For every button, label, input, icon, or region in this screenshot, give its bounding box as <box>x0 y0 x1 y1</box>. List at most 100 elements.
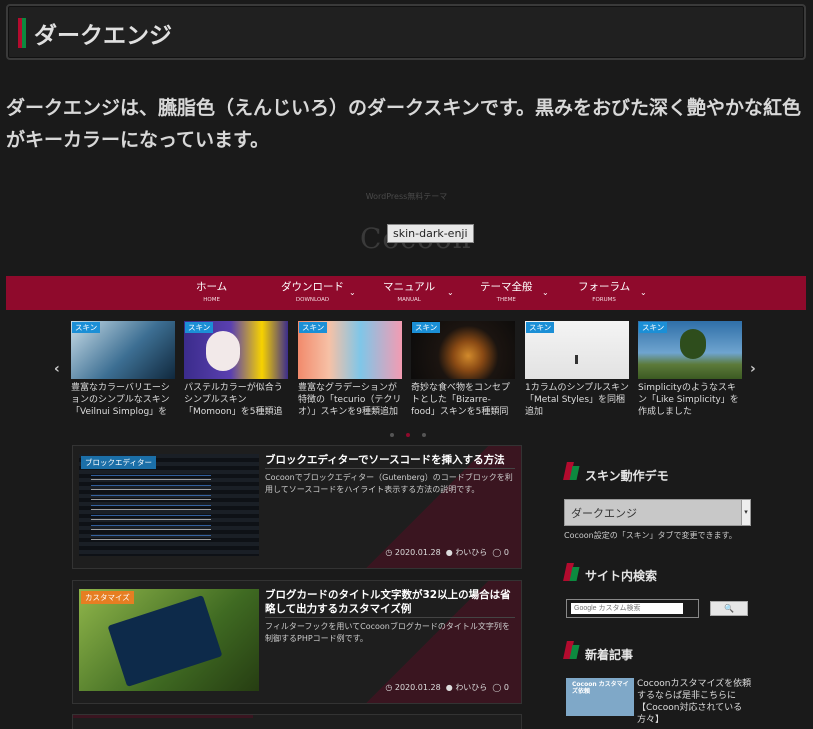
card-tag: スキン <box>299 322 328 333</box>
chevron-down-icon: ⌄ <box>542 288 549 297</box>
chevron-down-icon: ▾ <box>741 500 750 525</box>
carousel-dot[interactable] <box>422 433 426 437</box>
skin-select[interactable]: ダークエンジ ▾ <box>564 499 751 526</box>
carousel-next-button[interactable]: › <box>750 361 756 377</box>
clock-icon: ◷ <box>385 548 393 557</box>
carousel-card[interactable]: スキン パステルカラーが似合うシンプルスキン「Momoon」を5種類追 <box>184 321 288 418</box>
widget-heading-search: サイト内検索 <box>585 569 658 583</box>
post-card[interactable]: ブロックエディター ブロックエディターでソースコードを挿入する方法 Cocoon… <box>72 445 522 569</box>
search-icon: 🔍 <box>724 604 734 613</box>
post-thumbnail <box>79 589 259 691</box>
card-tag: スキン <box>526 322 555 333</box>
card-thumbnail: スキン <box>411 321 515 379</box>
post-date: 2020.01.28 <box>394 548 441 557</box>
post-comment-count: 0 <box>503 548 509 557</box>
card-tag: スキン <box>185 322 214 333</box>
clock-icon: ◷ <box>385 683 393 692</box>
post-card[interactable]: カスタマイズ ブログカードのタイトル文字数が32以上の場合は省略して出力するカス… <box>72 580 522 704</box>
post-card[interactable] <box>72 714 522 729</box>
nav-item-forums[interactable]: フォーラム FORUMS ⌄ <box>578 279 647 303</box>
nav-item-home[interactable]: ホーム HOME <box>196 279 227 303</box>
global-navbar: ホーム HOME ダウンロード DOWNLOAD ⌄ マニュアル MANUAL … <box>6 276 806 310</box>
mouse-illustration-icon <box>206 331 240 371</box>
card-thumbnail: スキン <box>298 321 402 379</box>
nav-label: マニュアル <box>383 281 436 293</box>
card-title: 豊富なカラーバリエーションのシンプルなスキン「Veilnui Simplog」を <box>71 383 170 417</box>
card-tag: スキン <box>412 322 441 333</box>
author-avatar-icon: ● <box>445 548 453 557</box>
widget-flag-icon <box>563 462 580 480</box>
comment-icon: ◯ <box>492 683 502 692</box>
post-title[interactable]: ブログカードのタイトル文字数が32以上の場合は省略して出力するカスタマイズ例 <box>265 588 515 616</box>
card-title: パステルカラーが似合うシンプルスキン「Momoon」を5種類追 <box>184 383 283 417</box>
nav-sublabel: FORUMS <box>592 297 616 303</box>
skin-select-note: Cocoon設定の「スキン」タブで変更できます。 <box>564 531 737 540</box>
carousel-card[interactable]: スキン Simplicityのようなスキン「Like Simplicity」を作… <box>638 321 742 418</box>
comment-icon: ◯ <box>492 548 502 557</box>
carousel-dot-active[interactable] <box>406 433 410 437</box>
card-thumbnail: スキン <box>638 321 742 379</box>
chevron-down-icon: ⌄ <box>447 288 454 297</box>
skin-description: ダークエンジは、臙脂色（えんじいろ）のダークスキンです。黒みをおびた深く艶やかな… <box>6 97 801 151</box>
card-title: 豊富なグラデーションが特徴の「tecurio（テクリオ）」スキンを9種類追加 <box>298 383 402 417</box>
post-snippet: フィルターフックを用いてCocoonブログカードのタイトル文字列を制御するPHP… <box>265 617 515 645</box>
carousel-card[interactable]: スキン 豊富なグラデーションが特徴の「tecurio（テクリオ）」スキンを9種類… <box>298 321 402 418</box>
nav-label: ダウンロード <box>281 281 344 293</box>
card-title: 奇妙な食べ物をコンセプトとした「Bizarre-food」スキンを5種類同 <box>411 383 511 417</box>
card-thumbnail: スキン <box>525 321 629 379</box>
nav-label: フォーラム <box>578 281 631 293</box>
chevron-down-icon: ⌄ <box>640 288 647 297</box>
recent-post-thumbnail: Cocoon カスタマイズ依頼 <box>566 678 634 716</box>
card-thumbnail: スキン <box>71 321 175 379</box>
nav-label: テーマ全般 <box>480 281 533 293</box>
nav-item-theme[interactable]: テーマ全般 THEME ⌄ <box>480 279 549 303</box>
skin-select-value: ダークエンジ <box>571 507 637 520</box>
post-snippet: Cocoonでブロックエディター（Gutenberg）のコードブロックを利用して… <box>265 468 515 496</box>
page-title: ダークエンジ <box>34 23 172 49</box>
post-category-badge[interactable]: ブロックエディター <box>81 456 156 469</box>
post-category-badge[interactable]: カスタマイズ <box>81 591 134 604</box>
tree-icon <box>680 329 706 359</box>
title-accent-bar <box>18 18 26 48</box>
post-title[interactable]: ブロックエディターでソースコードを挿入する方法 <box>265 453 515 467</box>
card-tag: スキン <box>72 322 101 333</box>
card-title: 1カラムのシンプルスキン「Metal Styles」を同梱追加 <box>525 383 629 417</box>
post-meta: ◷ 2020.01.28 ● わいひら ◯ 0 <box>385 547 509 558</box>
search-box <box>566 599 699 618</box>
carousel-card[interactable]: スキン 1カラムのシンプルスキン「Metal Styles」を同梱追加 <box>525 321 629 418</box>
widget-heading-skin-demo: スキン動作デモ <box>585 469 669 483</box>
post-date: 2020.01.28 <box>394 683 441 692</box>
person-figure-icon <box>575 355 578 364</box>
site-tagline: WordPress無料テーマ <box>365 192 448 201</box>
search-button[interactable]: 🔍 <box>710 601 748 616</box>
chevron-down-icon: ⌄ <box>349 288 356 297</box>
widget-flag-icon <box>563 563 580 581</box>
carousel-dot[interactable] <box>390 433 394 437</box>
nav-sublabel: THEME <box>496 297 516 303</box>
post-meta: ◷ 2020.01.28 ● わいひら ◯ 0 <box>385 682 509 693</box>
widget-flag-icon <box>563 641 580 659</box>
skin-tooltip: skin-dark-enji <box>387 224 474 243</box>
card-thumbnail: スキン <box>184 321 288 379</box>
post-thumbnail <box>79 454 259 556</box>
widget-heading-recent: 新着記事 <box>585 648 634 662</box>
carousel-card[interactable]: スキン 奇妙な食べ物をコンセプトとした「Bizarre-food」スキンを5種類… <box>411 321 515 418</box>
nav-sublabel: MANUAL <box>397 297 421 303</box>
nav-item-download[interactable]: ダウンロード DOWNLOAD ⌄ <box>281 279 356 303</box>
nav-sublabel: DOWNLOAD <box>295 297 330 303</box>
post-author[interactable]: わいひら <box>455 548 487 557</box>
card-tag: スキン <box>639 322 668 333</box>
recent-post-title[interactable]: Cocoonカスタマイズを依頼するならば是非こちらに【Cocoon対応されている… <box>637 678 752 726</box>
carousel-card[interactable]: スキン 豊富なカラーバリエーションのシンプルなスキン「Veilnui Simpl… <box>71 321 175 418</box>
carousel-prev-button[interactable]: ‹ <box>54 361 60 377</box>
post-author[interactable]: わいひら <box>455 683 487 692</box>
recent-thumb-label: Cocoon カスタマイズ依頼 <box>572 681 629 695</box>
post-comment-count: 0 <box>503 683 509 692</box>
nav-sublabel: HOME <box>203 297 220 303</box>
search-input[interactable] <box>571 603 683 614</box>
nav-label: ホーム <box>196 281 228 293</box>
nav-item-manual[interactable]: マニュアル MANUAL ⌄ <box>383 279 454 303</box>
author-avatar-icon: ● <box>445 683 453 692</box>
carousel-dots <box>384 422 432 441</box>
card-in-hand-icon <box>107 595 223 687</box>
